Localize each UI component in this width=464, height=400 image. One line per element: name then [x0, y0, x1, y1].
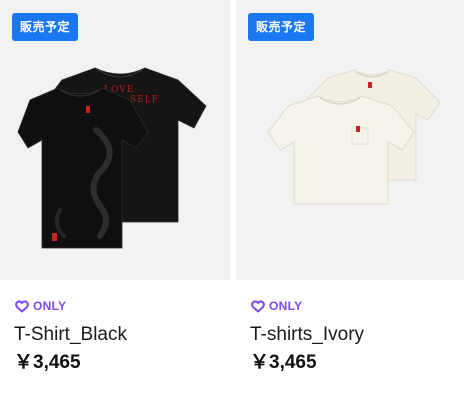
product-info: ONLY T-shirts_Ivory ￥3,465 [250, 297, 456, 374]
svg-text:SELF: SELF [130, 95, 159, 105]
product-name[interactable]: T-shirts_Ivory [250, 324, 456, 346]
product-thumbnail[interactable]: LOVE SELF 販売予定 [0, 0, 230, 280]
black-tshirt-image: LOVE SELF [17, 67, 207, 249]
pre-order-badge: 販売予定 [248, 13, 315, 41]
weverse-only-icon [15, 300, 29, 313]
ivory-tshirt-image [267, 69, 441, 205]
product-card-black-tshirt[interactable]: LOVE SELF 販売予定 ONLY T-Shirt_Black ￥3,465 [0, 0, 230, 400]
only-tag: ONLY [250, 297, 456, 315]
only-tag: ONLY [14, 297, 222, 315]
product-name[interactable]: T-Shirt_Black [14, 324, 222, 346]
product-price: ￥3,465 [250, 352, 317, 373]
product-thumbnail[interactable]: 販売予定 [236, 0, 464, 280]
only-label: ONLY [269, 299, 303, 313]
weverse-only-icon [251, 300, 265, 313]
only-label: ONLY [33, 299, 67, 313]
product-price: ￥3,465 [14, 352, 81, 373]
product-card-ivory-tshirt[interactable]: 販売予定 ONLY T-shirts_Ivory ￥3,465 [236, 0, 464, 400]
pre-order-badge: 販売予定 [12, 13, 79, 41]
product-info: ONLY T-Shirt_Black ￥3,465 [14, 297, 222, 374]
product-grid: LOVE SELF 販売予定 ONLY T-Shirt_Black ￥3,465… [0, 0, 464, 400]
